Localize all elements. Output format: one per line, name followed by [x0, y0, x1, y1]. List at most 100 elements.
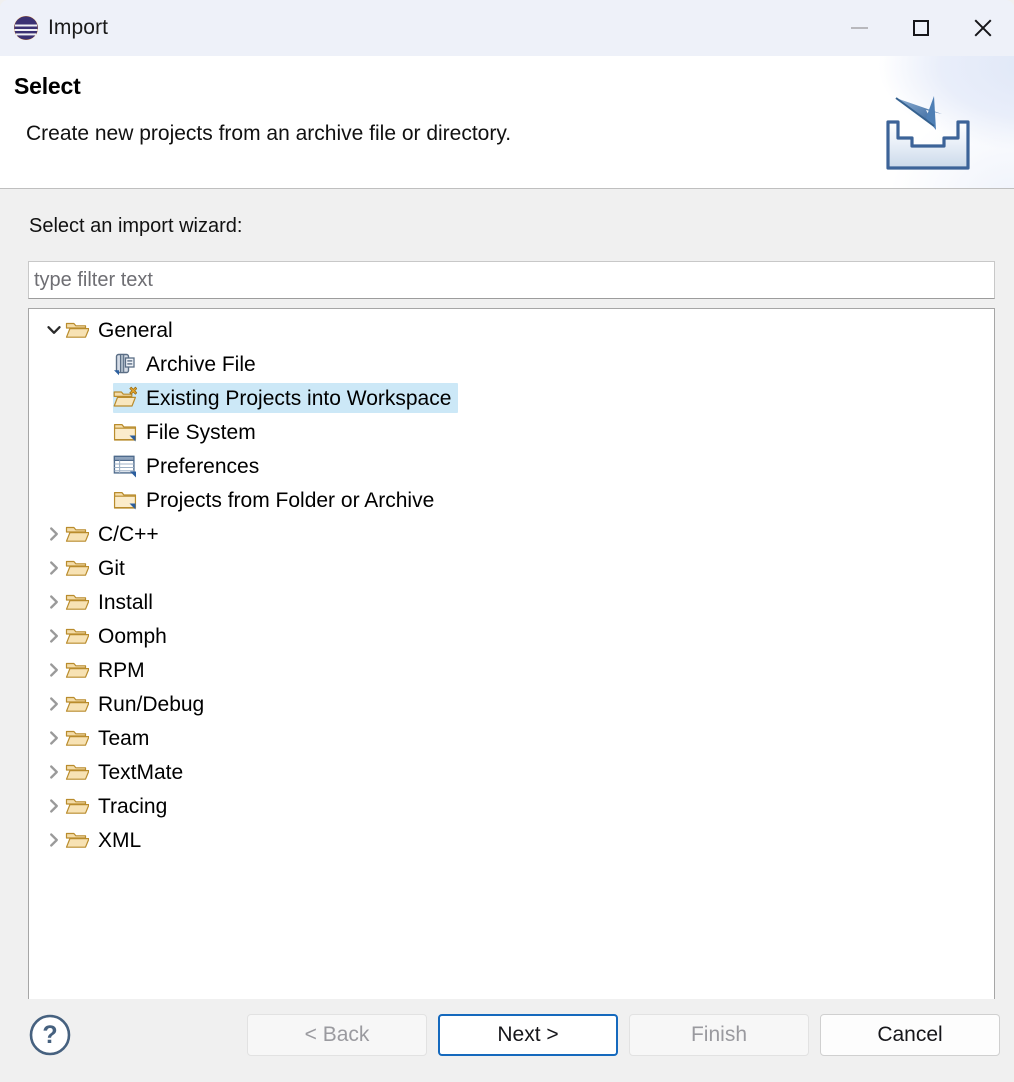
- tree-item-xml[interactable]: XML: [29, 823, 994, 857]
- filter-input[interactable]: [28, 261, 995, 299]
- close-button[interactable]: [952, 0, 1014, 56]
- tree-row[interactable]: Run/Debug: [65, 689, 211, 719]
- tree-item-archive-file[interactable]: Archive File: [29, 347, 994, 381]
- tree-row[interactable]: General: [65, 315, 180, 345]
- folder-open-icon: [65, 318, 90, 342]
- folder-open-icon: [65, 556, 90, 580]
- tree-row[interactable]: Oomph: [65, 621, 174, 651]
- tree-item-label: Existing Projects into Workspace: [146, 386, 452, 410]
- folder-open-icon: [65, 828, 90, 852]
- help-question-icon[interactable]: ?: [29, 1014, 71, 1056]
- tree-row[interactable]: Existing Projects into Workspace: [113, 383, 459, 413]
- tree-item-c-c[interactable]: C/C++: [29, 517, 994, 551]
- tree-row[interactable]: File System: [113, 417, 263, 447]
- archive-file-icon: [113, 352, 137, 376]
- tree-item-rpm[interactable]: RPM: [29, 653, 994, 687]
- tree-item-label: Git: [98, 556, 125, 580]
- page-title: Select: [14, 73, 81, 99]
- chevron-right-icon[interactable]: [43, 519, 65, 549]
- tree-row[interactable]: RPM: [65, 655, 152, 685]
- tree-row[interactable]: Install: [65, 587, 160, 617]
- folder-open-icon: [65, 522, 90, 546]
- tree-row[interactable]: Archive File: [113, 349, 263, 379]
- button-label: < Back: [304, 1023, 370, 1046]
- tree-item-label: File System: [146, 420, 256, 444]
- folder-open-icon: [65, 726, 90, 750]
- import-projects-icon: [113, 386, 138, 410]
- chevron-right-icon[interactable]: [43, 587, 65, 617]
- chevron-right-icon[interactable]: [43, 757, 65, 787]
- tree-item-label: Archive File: [146, 352, 256, 376]
- tree-rows-container: General Archive File Existing Projects int…: [29, 309, 994, 857]
- tree-item-existing-projects-into-workspace[interactable]: Existing Projects into Workspace: [29, 381, 994, 415]
- dialog-button-row: < Back Next > Finish Cancel: [247, 1014, 1000, 1056]
- chevron-right-icon[interactable]: [43, 723, 65, 753]
- maximize-button[interactable]: [890, 0, 952, 56]
- tree-row[interactable]: Tracing: [65, 791, 174, 821]
- tree-item-preferences[interactable]: Preferences: [29, 449, 994, 483]
- tree-row[interactable]: Team: [65, 723, 156, 753]
- button-label: Finish: [690, 1023, 748, 1046]
- titlebar-left-group: Import: [0, 15, 108, 41]
- tree-row[interactable]: TextMate: [65, 757, 190, 787]
- folder-open-icon: [65, 760, 90, 784]
- tree-item-label: XML: [98, 828, 142, 852]
- maximize-icon: [913, 20, 929, 36]
- minimize-button[interactable]: [828, 0, 890, 56]
- tree-row[interactable]: C/C++: [65, 519, 166, 549]
- folder-open-icon: [65, 794, 90, 818]
- tree-item-label: Projects from Folder or Archive: [146, 488, 435, 512]
- tree-item-label: Install: [98, 590, 153, 614]
- tree-item-label: RPM: [98, 658, 145, 682]
- tree-item-tracing[interactable]: Tracing: [29, 789, 994, 823]
- wizard-body: Select an import wizard: General Archive …: [0, 189, 1014, 1053]
- tree-item-label: Oomph: [98, 624, 167, 648]
- tree-item-team[interactable]: Team: [29, 721, 994, 755]
- tree-item-label: General: [98, 318, 173, 342]
- tree-row[interactable]: Projects from Folder or Archive: [113, 485, 441, 515]
- folder-open-icon: [65, 624, 90, 648]
- tree-item-file-system[interactable]: File System: [29, 415, 994, 449]
- tree-item-label: C/C++: [98, 522, 159, 546]
- tree-item-install[interactable]: Install: [29, 585, 994, 619]
- preferences-table-icon: [113, 454, 137, 478]
- tree-item-general[interactable]: General: [29, 313, 994, 347]
- tree-row[interactable]: Preferences: [113, 451, 266, 481]
- page-description: Create new projects from an archive file…: [26, 122, 512, 145]
- chevron-right-icon[interactable]: [43, 825, 65, 855]
- tree-item-label: Tracing: [98, 794, 168, 818]
- svg-text:?: ?: [42, 1021, 57, 1049]
- tree-row[interactable]: XML: [65, 825, 148, 855]
- chevron-right-icon[interactable]: [43, 621, 65, 651]
- button-label: Cancel: [877, 1023, 943, 1046]
- chevron-right-icon[interactable]: [43, 553, 65, 583]
- tree-row[interactable]: Git: [65, 553, 132, 583]
- window-title: Import: [48, 16, 109, 39]
- cancel-button[interactable]: Cancel: [820, 1014, 1000, 1056]
- folder-closed-icon: [113, 488, 137, 512]
- tree-item-run-debug[interactable]: Run/Debug: [29, 687, 994, 721]
- button-label: Next >: [497, 1023, 559, 1046]
- back-button: < Back: [247, 1014, 427, 1056]
- tree-item-git[interactable]: Git: [29, 551, 994, 585]
- next-button[interactable]: Next >: [438, 1014, 618, 1056]
- chevron-right-icon[interactable]: [43, 689, 65, 719]
- chevron-down-icon[interactable]: [43, 315, 65, 345]
- finish-button: Finish: [629, 1014, 809, 1056]
- tree-item-label: Team: [98, 726, 150, 750]
- wizard-header: Select Create new projects from an archi…: [0, 56, 1014, 189]
- tree-item-projects-from-folder-or-archive[interactable]: Projects from Folder or Archive: [29, 483, 994, 517]
- tree-item-oomph[interactable]: Oomph: [29, 619, 994, 653]
- tree-item-label: TextMate: [98, 760, 184, 784]
- tree-item-label: Run/Debug: [98, 692, 205, 716]
- folder-closed-icon: [113, 420, 137, 444]
- chevron-right-icon[interactable]: [43, 655, 65, 685]
- dialog-footer: ? < Back Next > Finish Cancel: [0, 999, 1014, 1082]
- chevron-right-icon[interactable]: [43, 791, 65, 821]
- import-wizard-tree[interactable]: General Archive File Existing Projects int…: [28, 308, 995, 1053]
- tree-item-textmate[interactable]: TextMate: [29, 755, 994, 789]
